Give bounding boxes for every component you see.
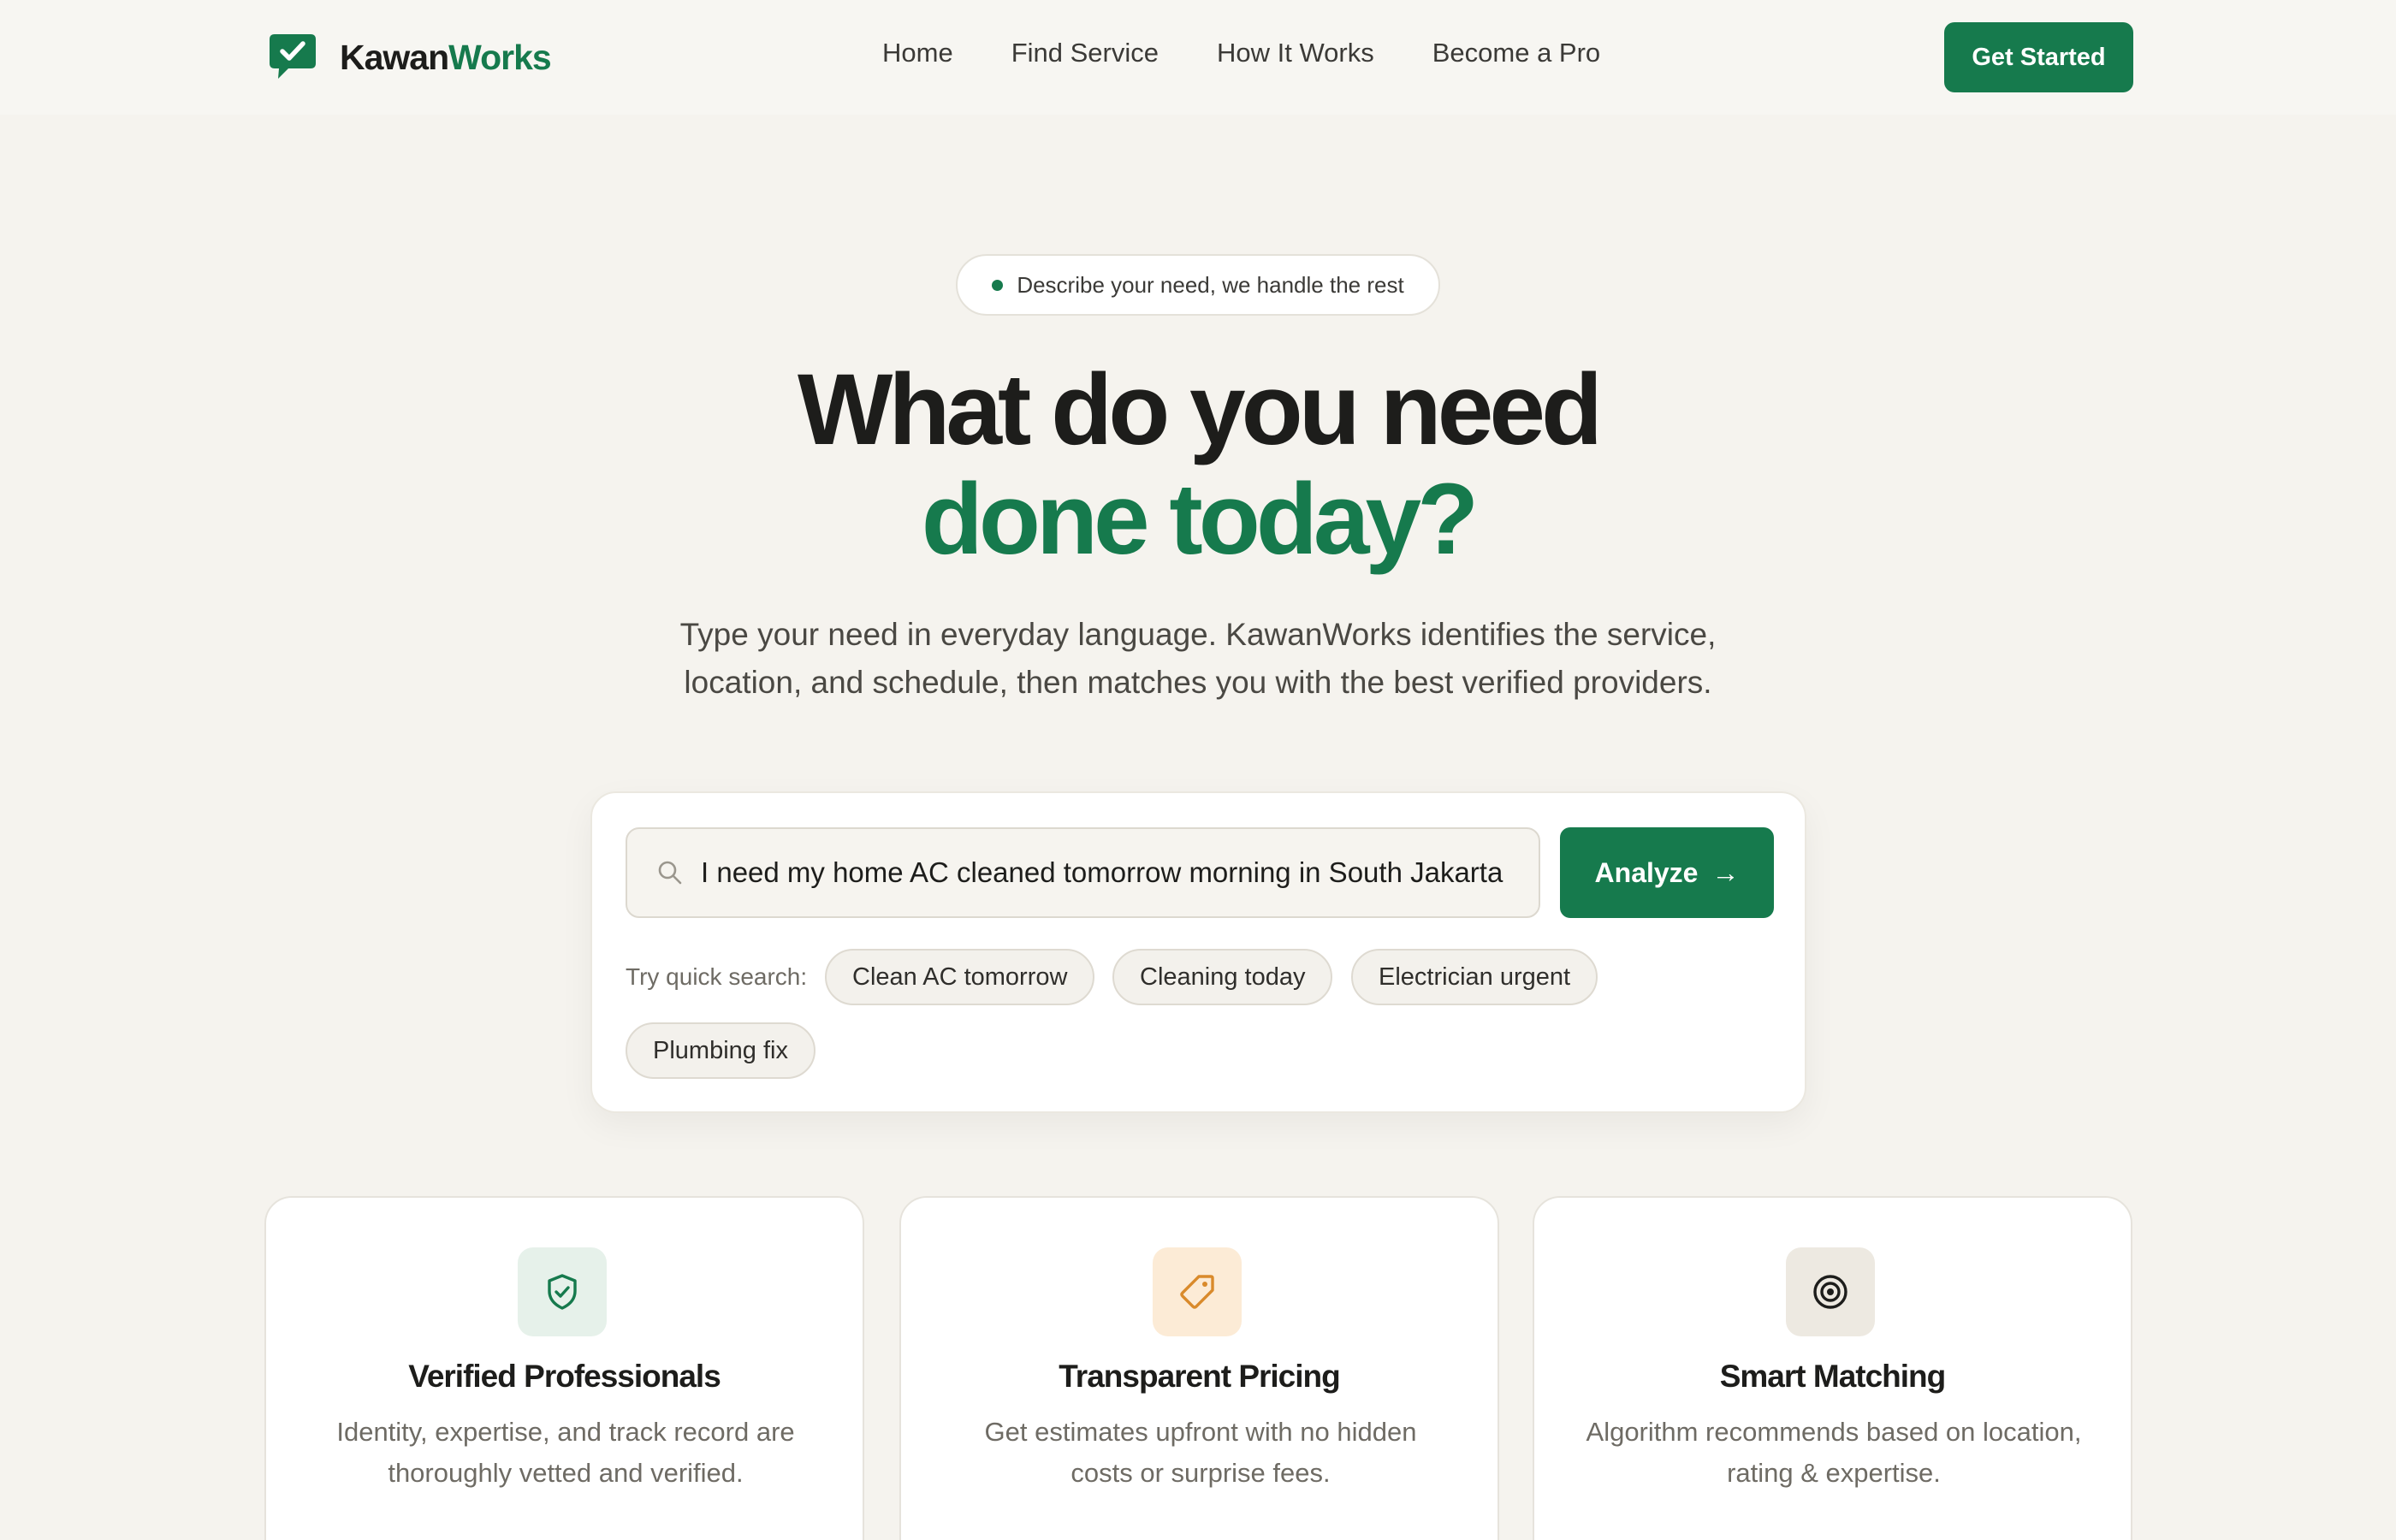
search-card: Analyze → Try quick search: Clean AC tom… — [590, 791, 1806, 1113]
feature-description-line1: Get estimates upfront with no hidden — [984, 1417, 1417, 1447]
hero-badge-text: Describe your need, we handle the rest — [1017, 271, 1404, 298]
nav-links: Home Find Service How It Works Become a … — [882, 38, 1658, 68]
analyze-button[interactable]: Analyze → — [1560, 827, 1774, 918]
hero-subtitle-line1: Type your need in everyday language. Kaw… — [679, 617, 1717, 652]
get-started-button[interactable]: Get Started — [1944, 22, 2133, 92]
feature-title: Verified Professionals — [408, 1359, 721, 1394]
search-icon — [658, 861, 682, 885]
feature-icon-box — [518, 1247, 607, 1336]
tag-icon — [1180, 1275, 1214, 1309]
brand-name: KawanWorks — [340, 37, 552, 78]
arrow-right-icon: → — [1711, 856, 1740, 888]
hero-headline: What do you need done today? — [0, 355, 2396, 574]
status-dot-icon — [992, 279, 1004, 291]
feature-description: Algorithm recommends based on location, … — [1577, 1412, 2091, 1494]
feature-description-line1: Algorithm recommends based on location, — [1586, 1417, 2082, 1447]
search-box[interactable] — [626, 827, 1540, 918]
feature-description: Identity, expertise, and track record ar… — [309, 1412, 822, 1494]
quick-search-label: Try quick search: — [626, 963, 808, 990]
quick-search-chip-electrician[interactable]: Electrician urgent — [1351, 949, 1598, 1005]
quick-search-chip-plumbing[interactable]: Plumbing fix — [626, 1022, 815, 1079]
top-navbar: KawanWorks Home Find Service How It Work… — [0, 0, 2396, 115]
nav-link-find-service[interactable]: Find Service — [1011, 38, 1159, 68]
brand-name-accent: Works — [448, 37, 552, 77]
feature-card-verified: Verified Professionals Identity, experti… — [264, 1196, 864, 1540]
search-input[interactable] — [701, 847, 1539, 898]
chat-check-logo-icon — [270, 34, 316, 79]
feature-description: Get estimates upfront with no hidden cos… — [944, 1412, 1457, 1494]
feature-description-line2: rating & expertise. — [1727, 1458, 1941, 1488]
feature-title: Smart Matching — [1719, 1359, 1947, 1394]
quick-search-chip-cleaning[interactable]: Cleaning today — [1112, 949, 1333, 1005]
nav-link-become-a-pro[interactable]: Become a Pro — [1432, 38, 1600, 68]
feature-card-pricing: Transparent Pricing Get estimates upfron… — [899, 1196, 1499, 1540]
feature-description-line1: Identity, expertise, and track record ar… — [336, 1417, 795, 1447]
feature-card-matching: Smart Matching Algorithm recommends base… — [1533, 1196, 2132, 1540]
hero-subtitle-line2: location, and schedule, then matches you… — [684, 665, 1712, 700]
page: KawanWorks Home Find Service How It Work… — [0, 0, 2396, 1540]
hero-headline-line1: What do you need — [797, 353, 1603, 466]
shield-check-icon — [548, 1274, 577, 1310]
feature-icon-box — [1786, 1247, 1875, 1336]
feature-icon-box — [1153, 1247, 1242, 1336]
feature-title: Transparent Pricing — [1059, 1359, 1341, 1394]
hero-headline-line2: done today? — [921, 463, 1479, 576]
hero-badge: Describe your need, we handle the rest — [956, 254, 1440, 316]
hero-subtitle: Type your need in everyday language. Kaw… — [599, 611, 1797, 707]
target-icon — [1813, 1275, 1847, 1309]
brand-name-primary: Kawan — [340, 37, 449, 77]
nav-link-how-it-works[interactable]: How It Works — [1217, 38, 1374, 68]
brand-logo[interactable]: KawanWorks — [266, 31, 552, 84]
analyze-button-label: Analyze — [1594, 856, 1699, 888]
feature-description-line2: costs or surprise fees. — [1070, 1458, 1331, 1488]
feature-description-line2: thoroughly vetted and verified. — [388, 1458, 744, 1488]
nav-link-home[interactable]: Home — [882, 38, 953, 68]
quick-search-chip-clean-ac[interactable]: Clean AC tomorrow — [825, 949, 1095, 1005]
